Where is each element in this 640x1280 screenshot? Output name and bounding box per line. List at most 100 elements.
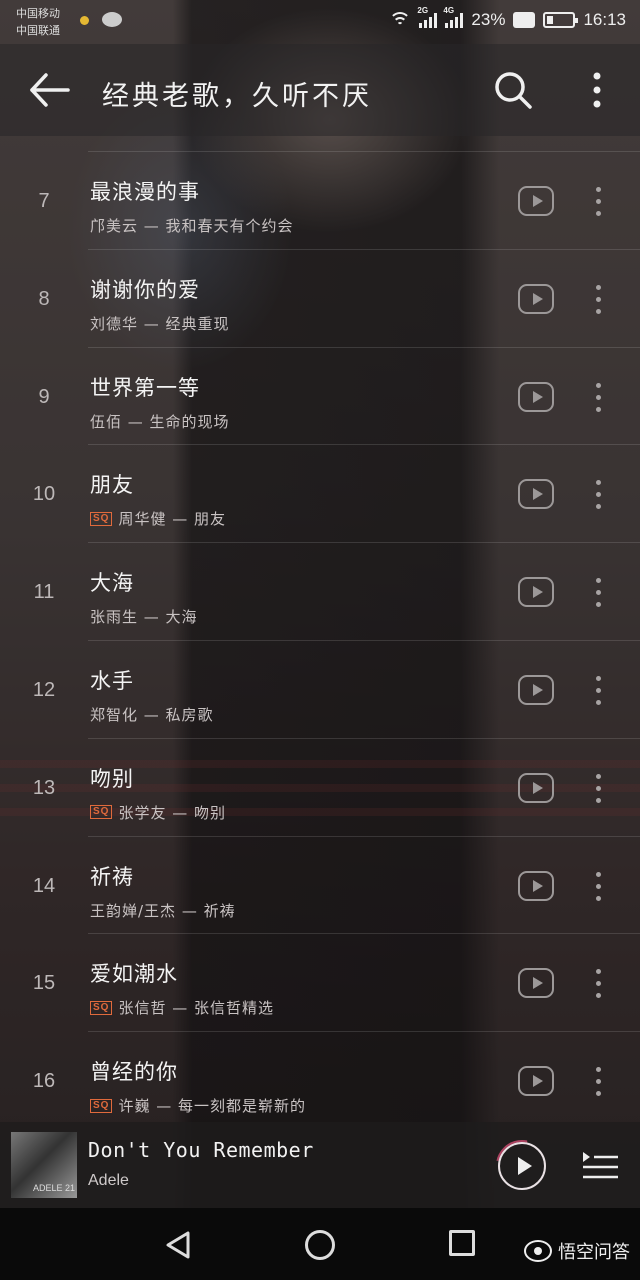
song-more-icon[interactable]	[588, 284, 608, 315]
wifi-icon	[389, 12, 412, 28]
now-playing-artist: Adele	[88, 1172, 129, 1189]
watermark-text: 悟空问答	[558, 1242, 630, 1263]
song-artist-album: 张学友 — 吻别	[118, 803, 226, 822]
back-arrow-icon[interactable]	[28, 72, 70, 108]
song-more-icon[interactable]	[588, 675, 608, 706]
song-more-icon[interactable]	[588, 871, 608, 902]
song-title: 爱如潮水	[90, 962, 178, 987]
song-index: 15	[32, 972, 56, 995]
song-index: 13	[32, 776, 56, 799]
mini-player[interactable]: ADELE 21 Don't You Remember Adele	[0, 1122, 640, 1208]
song-artist-album: 周华健 — 朋友	[118, 510, 226, 529]
song-more-icon[interactable]	[588, 578, 608, 608]
song-more-icon[interactable]	[588, 187, 608, 217]
watermark: 悟空问答	[524, 1238, 630, 1264]
song-row[interactable]: 12 水手 郑智化 — 私房歌	[33, 639, 640, 738]
song-more-icon[interactable]	[588, 382, 608, 413]
mv-play-icon[interactable]	[518, 381, 554, 412]
battery-icon	[543, 12, 579, 28]
song-title: 水手	[90, 668, 134, 693]
mv-play-icon[interactable]	[518, 968, 554, 999]
signal-4g-icon: 4G	[443, 6, 464, 28]
mv-play-icon[interactable]	[518, 479, 554, 510]
carrier-2: 中国联通	[16, 24, 60, 37]
song-title: 世界第一等	[90, 375, 200, 400]
song-subtitle: SQ 张信哲 — 张信哲精选	[90, 997, 274, 1018]
song-title: 吻别	[90, 766, 134, 791]
nav-recent-apps-icon[interactable]	[449, 1230, 475, 1256]
song-artist-album: 邝美云 — 我和春天有个约会	[90, 217, 294, 235]
mv-play-icon[interactable]	[518, 283, 554, 314]
song-row[interactable]: 8 谢谢你的爱 刘德华 — 经典重现	[38, 248, 640, 347]
song-artist-album: 王韵婵/王杰 — 祈祷	[90, 901, 236, 920]
nav-back-icon[interactable]	[164, 1230, 194, 1260]
playlist-queue-icon[interactable]	[580, 1148, 620, 1182]
song-row[interactable]: 14 祈祷王韵婵/王杰 — 祈祷	[33, 835, 640, 934]
song-more-icon[interactable]	[588, 969, 608, 999]
mv-play-icon[interactable]	[518, 186, 554, 216]
notification-dot-icon	[80, 16, 89, 25]
song-row[interactable]: 16 曾经的你 SQ 许巍 — 每一刻都是崭新的	[33, 1031, 640, 1129]
album-cover-label: ADELE 21	[33, 1183, 76, 1193]
song-row[interactable]: 11 大海 张雨生 — 大海	[34, 542, 640, 640]
sq-quality-badge: SQ	[90, 1098, 113, 1113]
song-subtitle: 王韵婵/王杰 — 祈祷	[90, 900, 236, 921]
carrier-1: 中国移动	[16, 7, 60, 20]
song-subtitle: 刘德华 — 经典重现	[90, 313, 230, 334]
watermark-logo-icon	[524, 1240, 552, 1262]
status-right: 2G 4G 23% 16:13	[389, 6, 626, 30]
album-cover[interactable]: ADELE 21	[11, 1132, 77, 1198]
battery-percent: 23%	[471, 10, 506, 29]
sq-quality-badge: SQ	[90, 805, 113, 820]
song-row[interactable]: 10 朋友 SQ 周华健 — 朋友	[33, 444, 640, 542]
sq-quality-badge: SQ	[90, 511, 113, 526]
carrier-info: 中国移动 中国联通	[16, 5, 60, 39]
mv-play-icon[interactable]	[518, 772, 554, 803]
top-app-bar: 经典老歌，久听不厌	[0, 44, 640, 136]
song-artist-album: 张雨生 — 大海	[90, 608, 198, 627]
status-bar: 中国移动 中国联通 2G 4G 23% 16:13	[0, 0, 640, 44]
song-artist-album: 许巍 — 每一刻都是崭新的	[118, 1097, 306, 1116]
power-saving-leaf-icon	[513, 12, 536, 28]
song-row[interactable]: 7 最浪漫的事邝美云 — 我和春天有个约会	[38, 151, 640, 249]
song-subtitle: 邝美云 — 我和春天有个约会	[90, 215, 294, 236]
song-subtitle: SQ 周华健 — 朋友	[90, 508, 226, 529]
more-vertical-icon[interactable]	[586, 70, 608, 110]
song-index: 10	[32, 483, 56, 506]
song-title: 朋友	[90, 473, 134, 498]
song-title: 谢谢你的爱	[90, 277, 200, 302]
chat-bubble-icon	[102, 12, 122, 27]
song-row[interactable]: 13 吻别 SQ 张学友 — 吻别	[33, 737, 640, 836]
song-subtitle: 郑智化 — 私房歌	[90, 704, 214, 725]
song-index: 14	[32, 874, 56, 897]
song-more-icon[interactable]	[588, 773, 608, 804]
mv-play-icon[interactable]	[518, 1066, 554, 1097]
song-subtitle: 张雨生 — 大海	[90, 606, 198, 627]
nav-home-icon[interactable]	[305, 1230, 335, 1260]
song-title: 曾经的你	[90, 1060, 178, 1085]
song-artist-album: 刘德华 — 经典重现	[90, 314, 230, 333]
playlist-title: 经典老歌，久听不厌	[102, 81, 372, 112]
song-title: 祈祷	[90, 864, 134, 889]
song-artist-album: 伍佰 — 生命的现场	[90, 412, 230, 431]
song-index: 7	[38, 190, 50, 212]
song-row[interactable]: 15 爱如潮水 SQ 张信哲 — 张信哲精选	[33, 933, 640, 1031]
song-artist-album: 郑智化 — 私房歌	[90, 705, 214, 724]
signal-4g-label: 4G	[443, 6, 455, 15]
mv-play-icon[interactable]	[518, 870, 554, 901]
now-playing-title: Don't You Remember	[88, 1138, 314, 1162]
song-artist-album: 张信哲 — 张信哲精选	[118, 999, 274, 1018]
play-pause-button[interactable]	[498, 1142, 546, 1190]
song-index: 11	[33, 581, 55, 604]
mv-play-icon[interactable]	[518, 577, 554, 608]
song-more-icon[interactable]	[588, 480, 608, 510]
song-more-icon[interactable]	[588, 1067, 608, 1097]
song-list: 7 最浪漫的事 邝美云 — 我和春天有个约会 8 谢谢你的爱 刘德华 — 经典重现 9 世界第…	[0, 151, 640, 1129]
song-row[interactable]: 9 世界第一等 伍佰 — 生命的现场	[38, 346, 640, 445]
signal-2g-label: 2G	[417, 6, 429, 15]
sq-quality-badge: SQ	[90, 1000, 113, 1015]
song-title: 最浪漫的事	[90, 180, 200, 204]
song-subtitle: SQ 许巍 — 每一刻都是崭新的	[90, 1095, 306, 1116]
search-icon[interactable]	[493, 70, 533, 110]
mv-play-icon[interactable]	[518, 674, 554, 705]
